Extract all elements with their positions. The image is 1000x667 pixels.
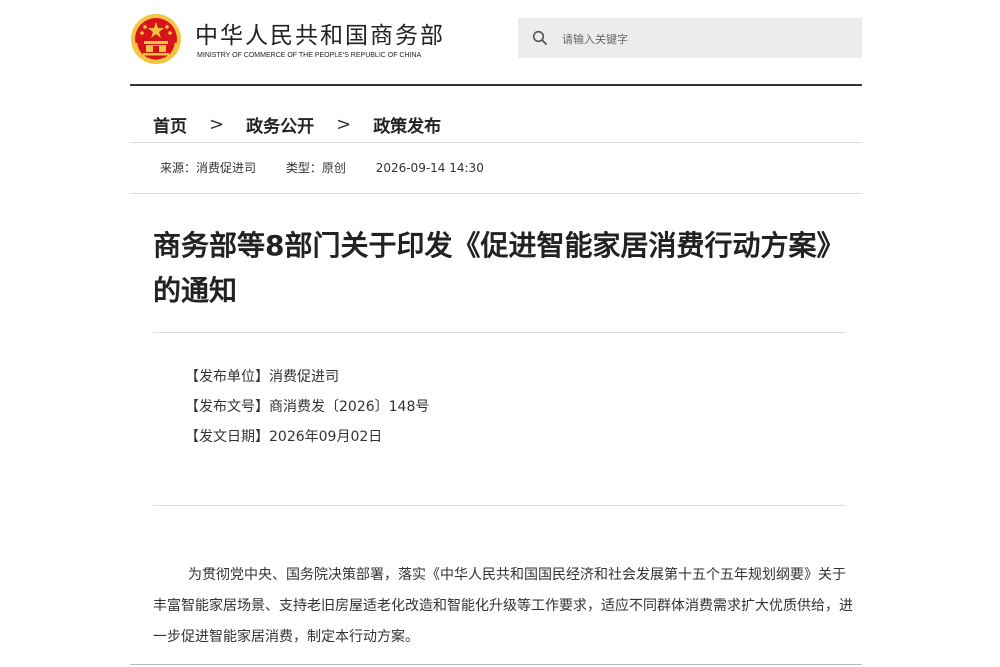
search-input[interactable]: [560, 26, 854, 52]
breadcrumb-separator: >: [209, 113, 225, 135]
divider: [153, 505, 845, 506]
divider: [130, 664, 862, 665]
breadcrumb: 首页 > 政务公开 > 政策发布: [153, 112, 441, 137]
divider: [153, 332, 845, 333]
info-issuer: 【发布单位】消费促进司: [185, 369, 339, 385]
article-paragraph: 为贯彻党中央、国务院决策部署，落实《中华人民共和国国民经济和社会发展第十五个五年…: [153, 567, 853, 645]
site-header: 中华人民共和国商务部 MINISTRY OF COMMERCE OF THE P…: [0, 0, 1000, 86]
search-icon[interactable]: [532, 30, 548, 46]
info-doc-number: 【发布文号】商消费发〔2026〕148号: [185, 399, 430, 415]
site-title[interactable]: 中华人民共和国商务部: [195, 16, 445, 50]
breadcrumb-policy-release[interactable]: 政策发布: [373, 112, 441, 137]
breadcrumb-separator: >: [336, 113, 352, 135]
breadcrumb-government-affairs[interactable]: 政务公开: [246, 112, 314, 137]
breadcrumb-home[interactable]: 首页: [153, 112, 187, 137]
divider: [130, 142, 862, 143]
article-title: 商务部等8部门关于印发《促进智能家居消费行动方案》的通知: [153, 229, 845, 307]
meta-source: 来源：消费促进司: [160, 161, 257, 175]
article-meta: 来源：消费促进司 类型：原创 2026-09-14 14:30: [160, 159, 510, 176]
meta-datetime: 2026-09-14 14:30: [375, 161, 484, 175]
divider: [130, 193, 862, 194]
search-box: [518, 18, 862, 58]
national-emblem-icon[interactable]: [130, 13, 182, 65]
site-subtitle: MINISTRY OF COMMERCE OF THE PEOPLE'S REP…: [197, 52, 422, 59]
info-issue-date: 【发文日期】2026年09月02日: [185, 429, 383, 445]
header-divider: [130, 84, 862, 86]
meta-type: 类型：原创: [285, 161, 346, 175]
